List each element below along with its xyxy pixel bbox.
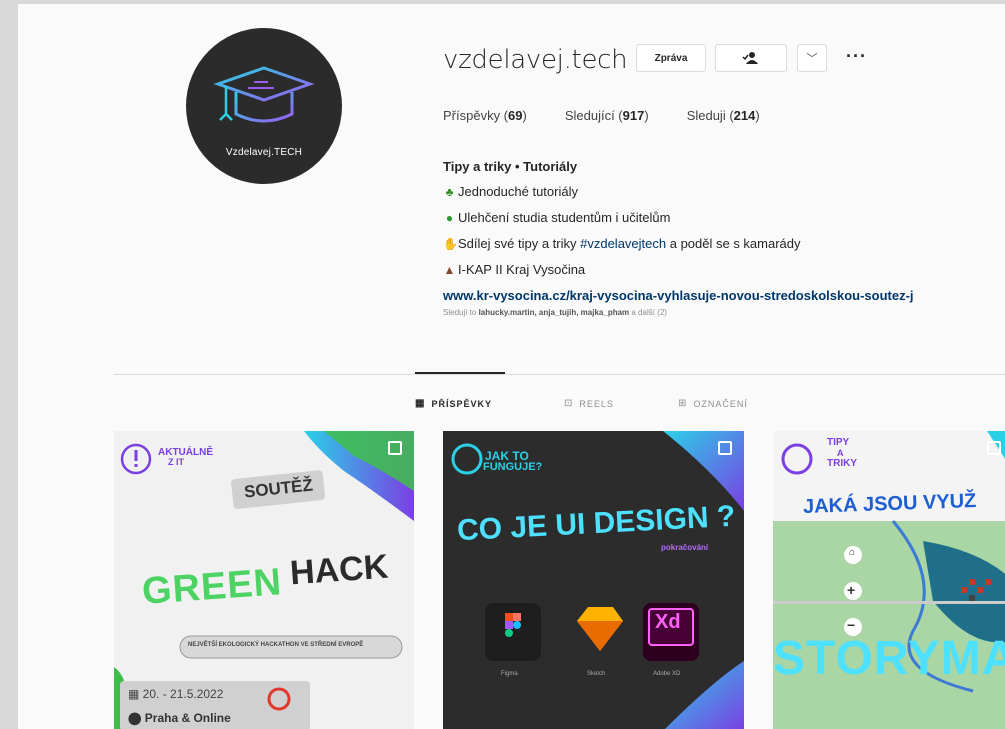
bio-name: Tipy a triky • Tutoriály — [443, 159, 578, 174]
post-background — [451, 431, 744, 729]
chevron-down-icon: ﹀ — [806, 53, 818, 65]
active-tab-indicator — [415, 372, 505, 374]
post-hack-word: HACK — [288, 547, 390, 593]
home-icon: ⌂ — [849, 547, 856, 558]
hand-icon: ✋ — [443, 237, 458, 251]
app-label: Sketch — [587, 671, 606, 677]
tab-tagged[interactable]: ⊞ OZNAČENÍ — [678, 398, 748, 409]
app-label: Figma — [501, 671, 518, 677]
reels-icon: ⊡ — [564, 398, 574, 409]
avatar-text: Vzdelavej.TECH — [225, 147, 303, 158]
followed-by-text[interactable]: Sledují to lahucky.martin, anja_tujih, m… — [443, 308, 667, 317]
adobe-xd-icon: Xd — [655, 611, 681, 633]
graduation-cap-icon — [213, 66, 315, 123]
post-subtitle: pokračování — [661, 543, 709, 552]
profile-bio: Tipy a triky • Tutoriály ♣ Jednoduché tut… — [443, 154, 914, 308]
bio-line: ♣ Jednoduché tutoriály — [443, 179, 914, 205]
tab-reels[interactable]: ⊡ REELS — [564, 398, 614, 409]
post-thumbnail-storymap[interactable]: TIPY A TRIKY JAKÁ JSOU VYUŽ ⌂ + − STORYM… — [773, 431, 1005, 729]
post-thumbnail-greenhack[interactable]: AKTUÁLNĚ Z IT SOUTĚŽ GREEN HACK NEJVĚTŠÍ… — [114, 431, 414, 729]
controller-icon: ♣ — [445, 185, 454, 199]
message-button[interactable]: Zpráva — [636, 44, 706, 72]
clover-icon: ● — [445, 211, 454, 225]
app-label: Adobe XD — [653, 671, 681, 677]
instagram-profile-page: Vzdelavej.TECH vzdelavej.tech Zpráva ﹀ ·… — [18, 4, 1005, 729]
following-count[interactable]: Sleduji (214) — [687, 108, 760, 123]
bio-line: ✋Sdílej své tipy a triky #vzdelavejtech … — [443, 231, 914, 257]
post-tag-label: A — [837, 448, 844, 458]
post-tag-label: AKTUÁLNĚ — [158, 447, 213, 458]
tab-posts[interactable]: ▦ PŘÍSPĚVKY — [415, 398, 492, 409]
grid-icon: ▦ — [415, 398, 426, 409]
post-thumbnail-ui-design[interactable]: JAK TO FUNGUJE? CO JE UI DESIGN ? pokrač… — [443, 431, 744, 729]
post-tag-label: FUNGUJE? — [483, 461, 543, 473]
calendar-icon: ▦ — [128, 687, 143, 701]
location-pin-icon: ⬤ — [128, 711, 145, 725]
more-options-icon[interactable]: ··· — [846, 46, 867, 67]
suggested-chevron-button[interactable]: ﹀ — [797, 44, 827, 72]
zoom-in-icon: + — [847, 582, 856, 598]
profile-stats: Příspěvky (69) Sledující (917) Sleduji (… — [443, 108, 798, 123]
tagged-icon: ⊞ — [678, 398, 688, 409]
tabs-divider — [114, 374, 1005, 375]
post-tag-label: TRIKY — [827, 458, 857, 469]
profile-username: vzdelavej.tech — [443, 45, 628, 75]
post-banner-text: NEJVĚTŠÍ EKOLOGICKÝ HACKATHON VE STŘEDNÍ… — [188, 642, 364, 648]
person-check-icon — [742, 52, 758, 64]
bio-line: ▲ I-KAP II Kraj Vysočina — [443, 257, 914, 283]
profile-avatar[interactable]: Vzdelavej.TECH — [186, 28, 342, 184]
post-tag-label: TIPY — [827, 437, 850, 448]
followers-count[interactable]: Sledující (917) — [565, 108, 649, 123]
bio-line: ● Ulehčení studia studentům i učitelům — [443, 205, 914, 231]
post-tag-label: Z IT — [168, 457, 184, 467]
post-date: ▦ 20. - 21.5.2022 — [128, 687, 224, 701]
carousel-icon — [388, 441, 402, 455]
post-big-title: STORYMA — [773, 632, 1005, 685]
hashtag-link[interactable]: #vzdelavejtech — [580, 236, 666, 251]
posts-count[interactable]: Příspěvky (69) — [443, 108, 527, 123]
carousel-icon — [718, 441, 732, 455]
following-button[interactable] — [715, 44, 787, 72]
graduation-cap-icon: ▲ — [443, 263, 456, 277]
post-place: ⬤ Praha & Online — [128, 711, 231, 725]
carousel-icon — [987, 441, 1001, 455]
bio-website-link[interactable]: www.kr-vysocina.cz/kraj-vysocina-vyhlasu… — [443, 288, 914, 303]
